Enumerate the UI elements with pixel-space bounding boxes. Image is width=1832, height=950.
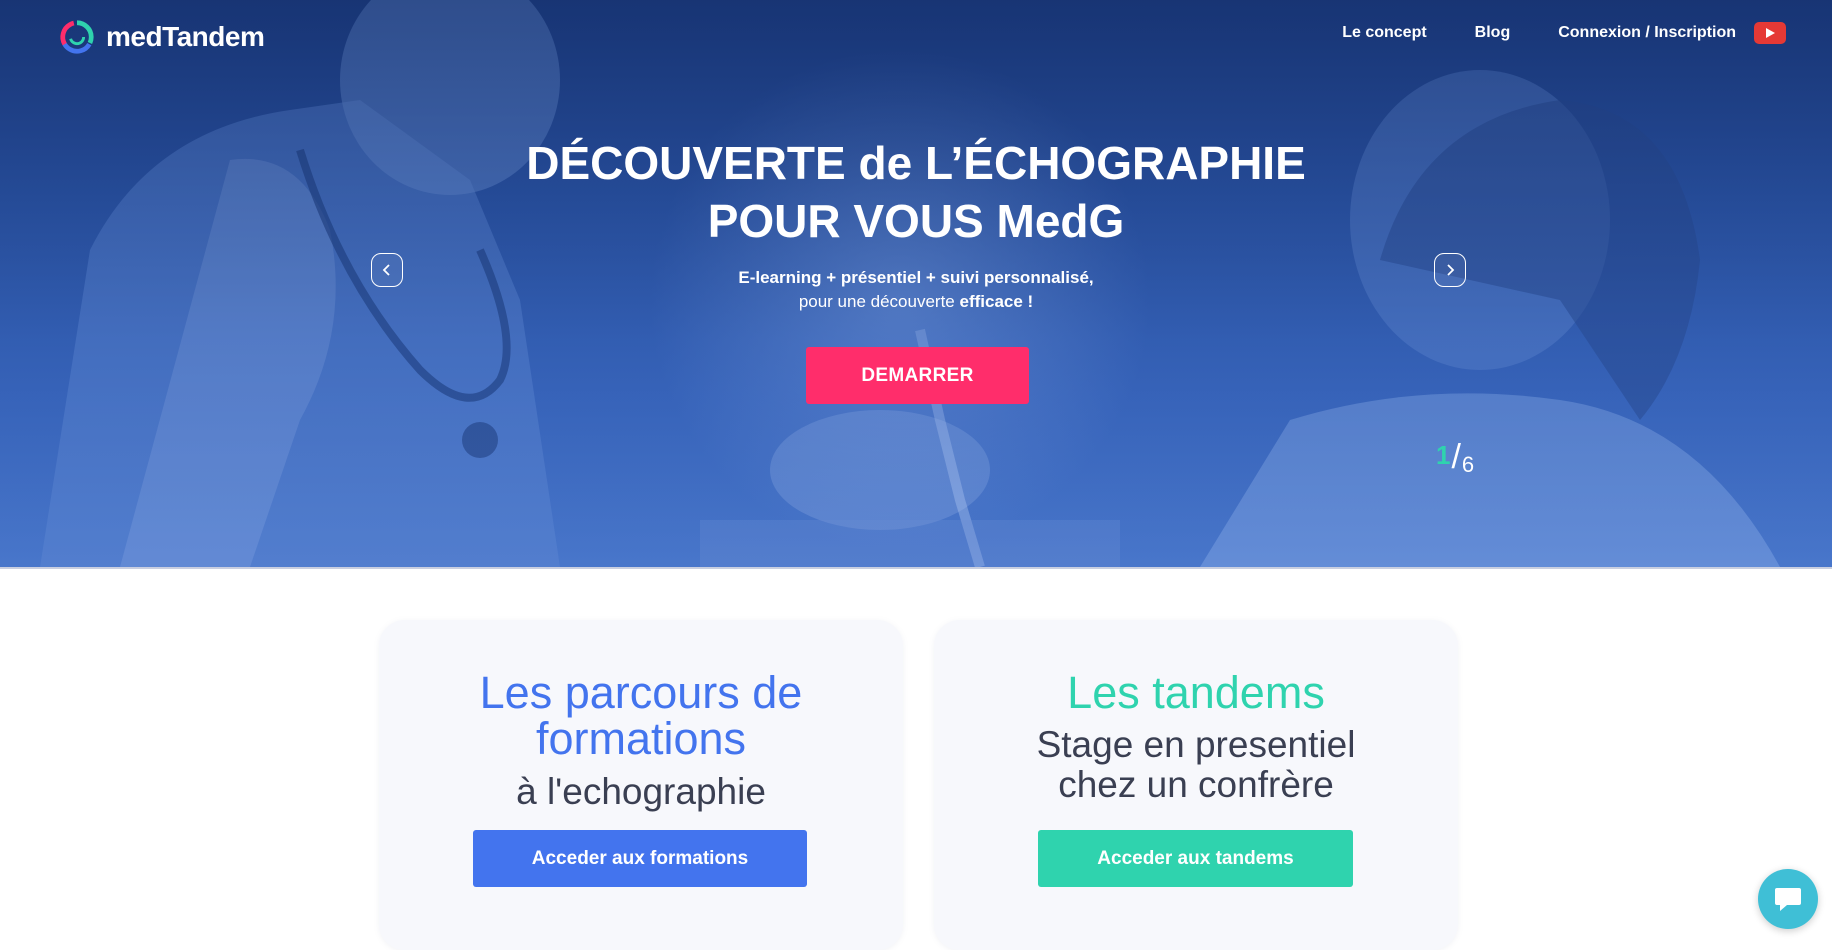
hero-subtitle-line2-bold: efficace ! (959, 292, 1034, 311)
access-tandems-button[interactable]: Acceder aux tandems (1038, 830, 1353, 887)
chat-bubble-icon (1775, 888, 1801, 911)
hero-subtitle: E-learning + présentiel + suivi personna… (0, 266, 1832, 314)
brand-name: medTandem (106, 21, 265, 52)
nav-link-login[interactable]: Connexion / Inscription (1558, 24, 1736, 42)
carousel-prev-button[interactable] (371, 253, 403, 287)
formations-title: Les parcours de formations (479, 667, 803, 764)
hero-title: DÉCOUVERTE de L’ÉCHOGRAPHIE POUR VOUS Me… (0, 134, 1832, 250)
top-navigation: Le concept Blog Connexion / Inscription (1294, 22, 1786, 44)
slide-total: 6 (1461, 452, 1475, 477)
formations-card: Les parcours de formations à l'echograph… (379, 620, 903, 950)
hero-subtitle-line2-prefix: pour une découverte (798, 292, 960, 311)
youtube-icon[interactable] (1754, 22, 1786, 44)
chat-widget-button[interactable] (1758, 869, 1818, 929)
chevron-left-icon (382, 264, 390, 276)
access-formations-button[interactable]: Acceder aux formations (473, 830, 807, 887)
nav-link-concept[interactable]: Le concept (1342, 24, 1426, 42)
play-icon (1766, 28, 1775, 38)
slide-current: 1 (1436, 440, 1451, 470)
slide-counter: 1 / 6 (1436, 440, 1474, 478)
hero-subtitle-line1: E-learning + présentiel + suivi personna… (738, 268, 1094, 287)
tandems-subtitle-line2: chez un confrère (1058, 764, 1334, 805)
tandems-card: Les tandems Stage en presentiel chez un … (934, 620, 1458, 950)
logo-swirl-icon (60, 20, 94, 54)
tandems-subtitle: Stage en presentiel chez un confrère (934, 725, 1458, 805)
hero-title-line1: DÉCOUVERTE de L’ÉCHOGRAPHIE (526, 137, 1306, 189)
nav-link-blog[interactable]: Blog (1475, 24, 1511, 42)
formations-subtitle: à l'echographie (516, 771, 766, 812)
start-button[interactable]: DEMARRER (806, 347, 1029, 404)
tandems-title: Les tandems (1067, 667, 1325, 718)
carousel-next-button[interactable] (1434, 253, 1466, 287)
brand-logo[interactable]: medTandem (58, 18, 265, 56)
hero-title-line2: POUR VOUS MedG (707, 195, 1125, 247)
tandems-subtitle-line1: Stage en presentiel (1036, 724, 1356, 765)
hero-banner: medTandem Le concept Blog Connexion / In… (0, 0, 1832, 569)
chevron-right-icon (1447, 264, 1455, 276)
slide-separator: / (1451, 438, 1461, 476)
